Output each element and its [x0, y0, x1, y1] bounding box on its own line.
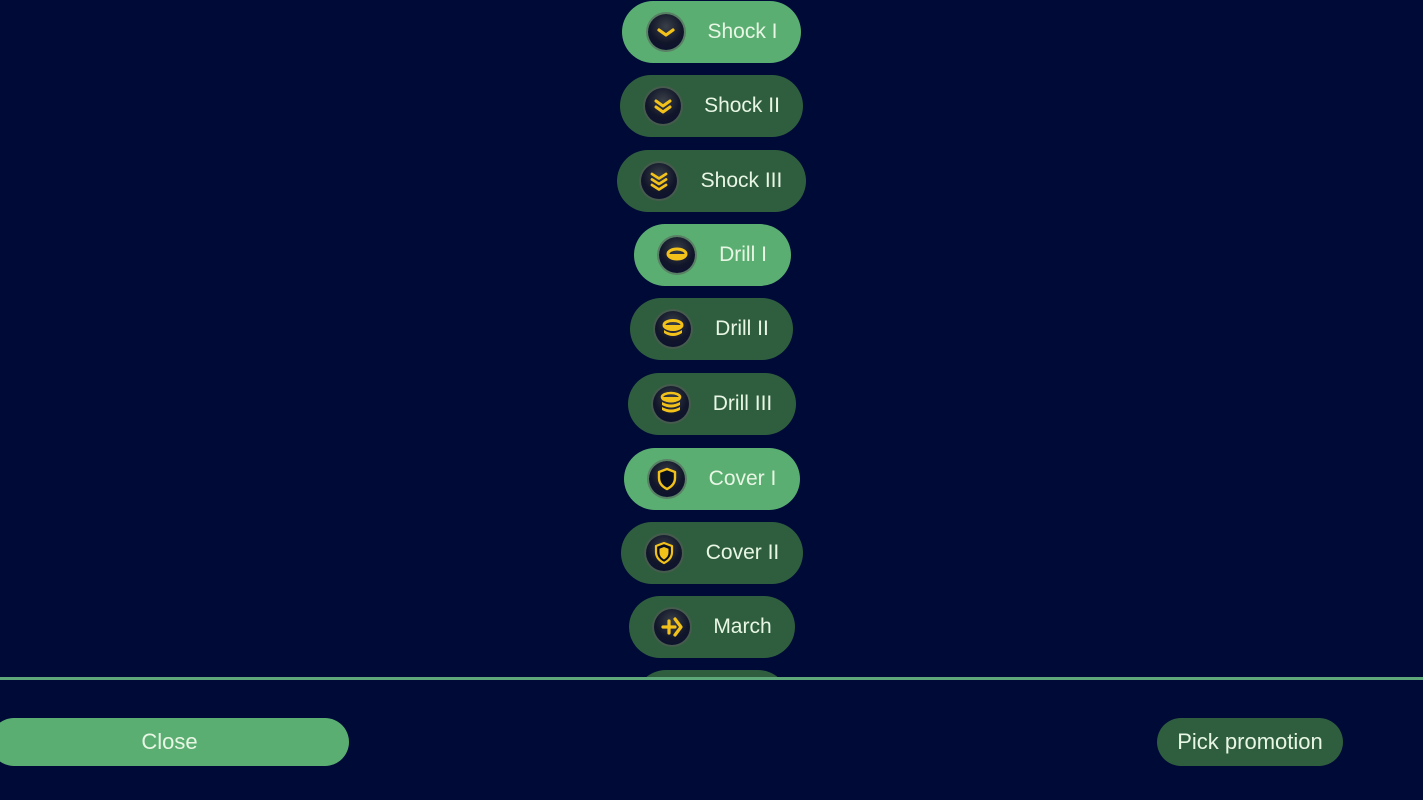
promotion-label: Drill III: [712, 392, 773, 415]
promotion-label: Drill I: [719, 243, 767, 266]
promotion-label: Shock III: [700, 169, 783, 192]
promotion-cover-1[interactable]: Cover I: [624, 448, 800, 510]
promotion-label: March: [713, 615, 772, 638]
separator-line: [0, 677, 1423, 680]
drill-3-icon: [653, 386, 689, 422]
promotion-march[interactable]: March: [629, 596, 795, 658]
drill-1-icon: [659, 237, 695, 273]
promotion-drill-3[interactable]: Drill III: [628, 373, 796, 435]
chevron-1-icon: [648, 14, 684, 50]
pick-promotion-button[interactable]: Pick promotion: [1157, 718, 1343, 766]
promotion-drill-2[interactable]: Drill II: [630, 298, 793, 360]
promotion-label: Shock II: [704, 94, 780, 117]
promotion-shock-3[interactable]: Shock III: [617, 150, 806, 212]
promotion-label: Drill II: [715, 317, 769, 340]
close-button[interactable]: Close: [0, 718, 349, 766]
promotion-label: Cover II: [705, 541, 780, 564]
shield-outline-icon: [649, 461, 685, 497]
promotion-drill-1[interactable]: Drill I: [634, 224, 791, 286]
shield-filled-icon: [646, 535, 682, 571]
promotion-shock-2[interactable]: Shock II: [620, 75, 803, 137]
march-plus-arrow-icon: [654, 609, 690, 645]
promotion-cover-2[interactable]: Cover II: [621, 522, 803, 584]
chevron-3-icon: [641, 163, 677, 199]
promotion-shock-1[interactable]: Shock I: [622, 1, 801, 63]
drill-2-icon: [655, 311, 691, 347]
promotion-label: Shock I: [707, 20, 778, 43]
promotion-label: Cover I: [708, 467, 777, 490]
promotion-list[interactable]: Shock I Shock II Shock III Drill I Drill…: [0, 0, 1423, 678]
chevron-2-icon: [645, 88, 681, 124]
